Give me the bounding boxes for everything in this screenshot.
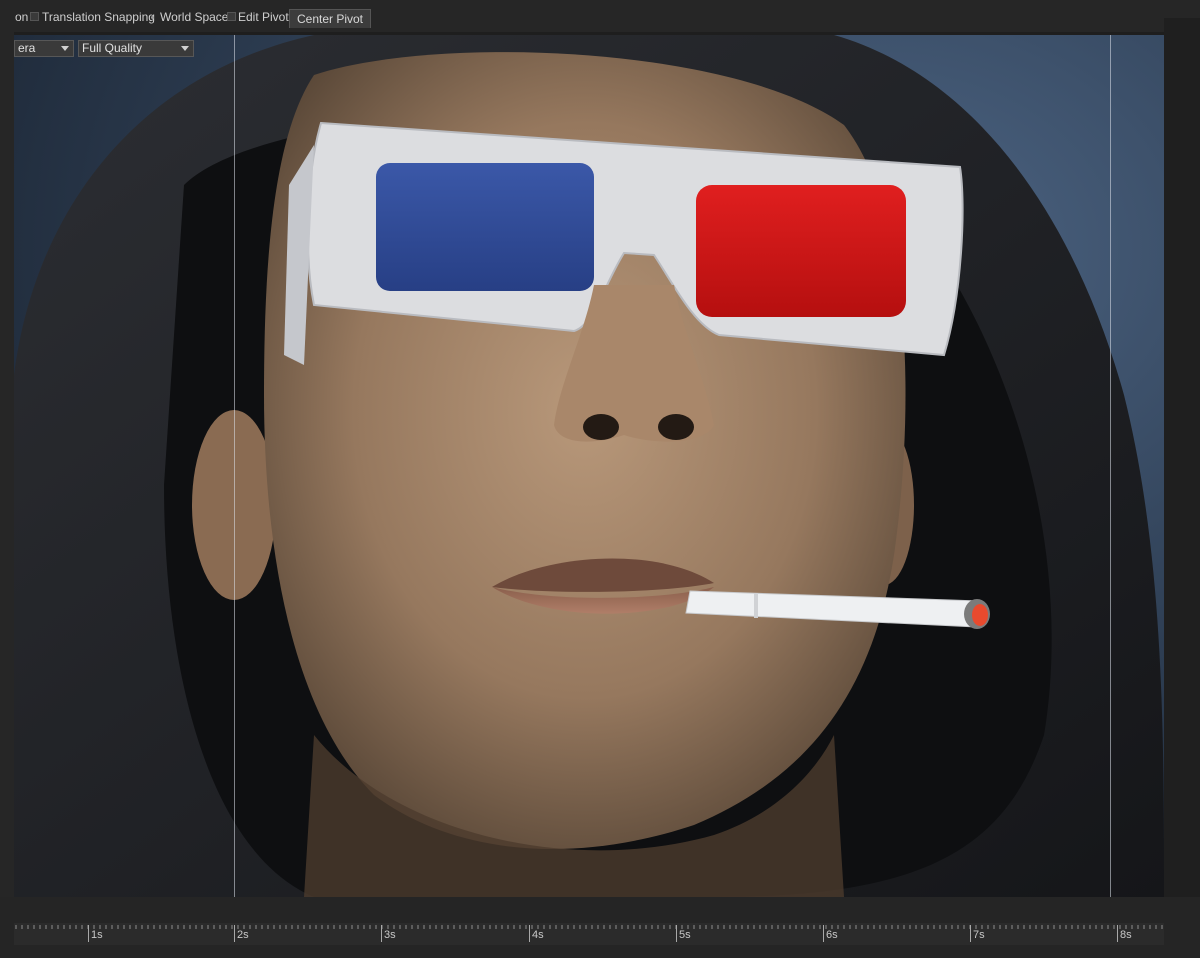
center-pivot-button[interactable]: Center Pivot — [289, 9, 371, 28]
timeline-minor-ticks — [15, 925, 1163, 929]
camera-dropdown[interactable]: era — [14, 40, 74, 57]
edit-pivot-checkbox[interactable] — [227, 12, 236, 21]
safe-frame-left-guide — [234, 35, 235, 897]
render-viewport[interactable] — [14, 35, 1164, 897]
timeline-major-tick — [529, 925, 530, 942]
edit-pivot-label[interactable]: Edit Pivot — [238, 10, 289, 24]
timeline-tick-label-7s: 7s — [973, 929, 985, 941]
timeline-tick-label-8s: 8s — [1120, 929, 1132, 941]
timeline-tick-label-5s: 5s — [679, 929, 691, 941]
timeline-major-tick — [381, 925, 382, 942]
world-space-label[interactable]: World Space — [160, 10, 228, 24]
dropdown-arrow-icon[interactable] — [151, 16, 154, 19]
timeline-tick-label-3s: 3s — [384, 929, 396, 941]
timeline-tick-label-1s: 1s — [91, 929, 103, 941]
timeline-major-tick — [88, 925, 89, 942]
rendered-scene-image — [14, 35, 1164, 897]
timeline-tick-label-6s: 6s — [826, 929, 838, 941]
timeline-major-tick — [234, 925, 235, 942]
timeline-major-tick — [1117, 925, 1118, 942]
timeline-major-tick — [823, 925, 824, 942]
timeline-major-tick — [970, 925, 971, 942]
timeline-tick-label-4s: 4s — [532, 929, 544, 941]
toolbar-item-truncated[interactable]: on — [15, 10, 28, 24]
translation-snapping-label[interactable]: Translation Snapping — [42, 10, 155, 24]
timeline-major-tick — [676, 925, 677, 942]
translation-snapping-checkbox[interactable] — [30, 12, 39, 21]
timeline-tick-label-2s: 2s — [237, 929, 249, 941]
chevron-down-icon — [61, 46, 69, 51]
quality-dropdown-value: Full Quality — [82, 41, 143, 55]
safe-frame-right-guide — [1110, 35, 1111, 897]
chevron-down-icon — [181, 46, 189, 51]
quality-dropdown[interactable]: Full Quality — [78, 40, 194, 57]
timeline-ruler[interactable] — [14, 923, 1164, 945]
right-panel-edge — [1164, 18, 1200, 898]
camera-dropdown-value: era — [18, 41, 36, 55]
viewport-toolbar: on Translation Snapping World Space Edit… — [0, 0, 1200, 30]
